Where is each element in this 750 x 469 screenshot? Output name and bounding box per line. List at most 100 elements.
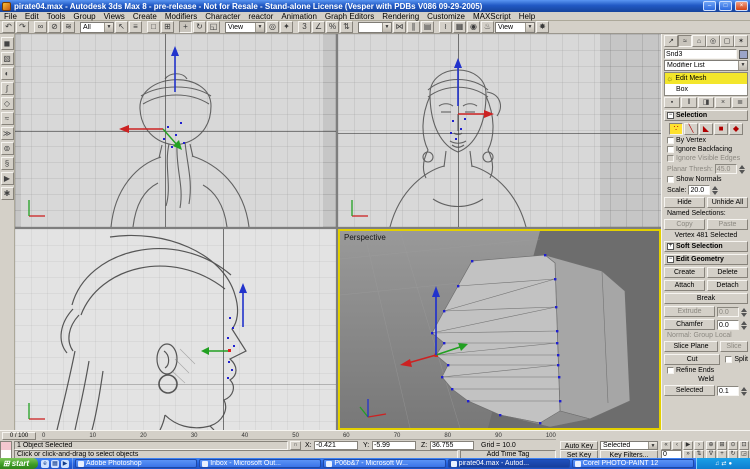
select-manipulate-icon[interactable]: ✦ [280, 21, 293, 33]
menu-graph-editors[interactable]: Graph Editors [321, 12, 378, 21]
face-icon[interactable]: ◣ [699, 123, 713, 135]
viewport-bottom-left[interactable] [15, 229, 336, 430]
reactor-deform-icon[interactable]: ◇ [1, 97, 14, 110]
collapse-icon[interactable]: − [667, 112, 674, 119]
checkbox[interactable] [667, 367, 674, 374]
vertex-icon[interactable]: ∵ [669, 123, 683, 135]
ref-coord-center-icon[interactable]: ◎ [266, 21, 279, 33]
selection-set-dropdown[interactable]: Selected▼ [600, 441, 658, 450]
snap-3d-icon[interactable]: 3 [298, 21, 311, 33]
y-coordinate-field[interactable]: -5.99 [372, 441, 416, 450]
spinner[interactable] [741, 386, 748, 396]
motion-tab-icon[interactable]: ◎ [706, 35, 720, 47]
menu-group[interactable]: Group [69, 12, 99, 21]
named-selection-sets-dropdown[interactable]: ▼ [358, 22, 392, 33]
modify-tab-icon[interactable]: ≈ [678, 35, 692, 47]
select-move-icon[interactable]: + [179, 21, 192, 33]
spinner[interactable] [741, 320, 748, 330]
selection-lock-icon[interactable]: ∩ [290, 441, 301, 450]
reactor-wind-icon[interactable]: ≫ [1, 127, 14, 140]
quick-render-icon[interactable]: ✸ [536, 21, 549, 33]
curve-editor-icon[interactable]: ≀ [439, 21, 452, 33]
zoom-extents-icon[interactable]: ⊙ [728, 441, 738, 450]
show-normals-checkbox[interactable]: Show Normals [664, 176, 748, 183]
taskbar-button-photopaint[interactable]: Corel PHOTO-PAINT 12 [572, 459, 694, 468]
hide-button[interactable]: Hide [664, 197, 705, 208]
configure-icon[interactable]: ≣ [732, 97, 748, 108]
reactor-rigid-icon[interactable]: ◼ [1, 37, 14, 50]
material-editor-icon[interactable]: ◉ [467, 21, 480, 33]
select-rotate-icon[interactable]: ↻ [193, 21, 206, 33]
spinner-snap-icon[interactable]: ⇅ [340, 21, 353, 33]
prev-frame-icon[interactable]: ‹ [672, 441, 682, 450]
bulb-icon[interactable]: ☼ [666, 74, 673, 83]
start-button[interactable]: ⊞ start [0, 458, 38, 469]
ql-desktop-icon[interactable]: ▦ [51, 460, 59, 468]
checkbox[interactable] [667, 137, 674, 144]
checkbox[interactable] [667, 176, 674, 183]
select-scale-icon[interactable]: ◱ [207, 21, 220, 33]
menu-views[interactable]: Views [100, 12, 129, 21]
delete-button[interactable]: Delete [707, 267, 748, 278]
select-by-name-icon[interactable]: ≡ [129, 21, 142, 33]
show-end-result-icon[interactable]: ‖ [681, 97, 697, 108]
redo-icon[interactable]: ↷ [16, 21, 29, 33]
detach-button[interactable]: Detach [707, 280, 748, 291]
edge-icon[interactable]: ╲ [684, 123, 698, 135]
maxscript-mini-listener[interactable] [0, 441, 12, 459]
checkbox[interactable] [667, 146, 674, 153]
go-start-icon[interactable]: « [661, 441, 671, 450]
percent-snap-icon[interactable]: % [326, 21, 339, 33]
menu-edit[interactable]: Edit [21, 12, 43, 21]
display-tab-icon[interactable]: ▢ [720, 35, 734, 47]
hierarchy-tab-icon[interactable]: ⌂ [692, 35, 706, 47]
taskbar-button-photoshop[interactable]: Adobe Photoshop [75, 459, 197, 468]
checkbox[interactable] [725, 356, 732, 363]
cut-button[interactable]: Cut [664, 354, 720, 365]
viewport-top-right[interactable] [338, 34, 661, 227]
remove-modifier-icon[interactable]: × [715, 97, 731, 108]
menu-file[interactable]: File [0, 12, 21, 21]
collapse-icon[interactable]: − [667, 256, 674, 263]
viewport-label[interactable]: Perspective [344, 233, 386, 242]
angle-snap-icon[interactable]: ∠ [312, 21, 325, 33]
mirror-icon[interactable]: ⋈ [393, 21, 406, 33]
attach-button[interactable]: Attach [664, 280, 705, 291]
object-name-field[interactable]: Snd3 [664, 49, 737, 59]
time-slider[interactable]: 0 / 100 [2, 432, 36, 440]
taskbar-button-3dsmax[interactable]: pirate04.max - Autod... [448, 459, 570, 468]
taskbar-button-word[interactable]: P06b&7 - Microsoft W... [323, 459, 445, 468]
maximize-button[interactable]: □ [719, 1, 732, 11]
spinner[interactable] [712, 185, 719, 195]
pin-stack-icon[interactable]: ▪ [664, 97, 680, 108]
menu-customize[interactable]: Customize [423, 12, 469, 21]
select-link-icon[interactable]: ∞ [34, 21, 47, 33]
play-icon[interactable]: ▶ [683, 441, 693, 450]
menu-rendering[interactable]: Rendering [378, 12, 423, 21]
stack-item-edit-mesh[interactable]: ☼ Edit Mesh [665, 73, 747, 84]
x-coordinate-field[interactable]: -0.421 [314, 441, 358, 450]
modifier-stack[interactable]: ☼ Edit Mesh Box [664, 72, 748, 96]
undo-icon[interactable]: ↶ [2, 21, 15, 33]
z-coordinate-field[interactable]: 36.755 [430, 441, 474, 450]
unlink-icon[interactable]: ⊘ [48, 21, 61, 33]
expand-icon[interactable]: + [667, 243, 674, 250]
listener-macro-pane[interactable] [1, 442, 11, 450]
zoom-icon[interactable]: ⊕ [706, 441, 716, 450]
menu-reactor[interactable]: reactor [244, 12, 277, 21]
render-scene-icon[interactable]: ♨ [481, 21, 494, 33]
close-button[interactable]: × [735, 1, 748, 11]
make-unique-icon[interactable]: ◨ [698, 97, 714, 108]
reactor-soft-icon[interactable]: ◐ [1, 67, 14, 80]
chamfer-button[interactable]: Chamfer [664, 319, 715, 330]
reactor-util-icon[interactable]: ✱ [1, 187, 14, 200]
rect-region-icon[interactable]: □ [147, 21, 160, 33]
schematic-view-icon[interactable]: ▦ [453, 21, 466, 33]
weld-threshold-field[interactable]: 0.1 [717, 386, 739, 396]
ql-ie-icon[interactable]: e [41, 460, 49, 468]
unhide-all-button[interactable]: Unhide All [707, 197, 748, 208]
break-button[interactable]: Break [664, 293, 748, 304]
menu-character[interactable]: Character [201, 12, 244, 21]
bind-spacewarp-icon[interactable]: ≋ [62, 21, 75, 33]
zoom-all-icon[interactable]: ⊞ [717, 441, 727, 450]
